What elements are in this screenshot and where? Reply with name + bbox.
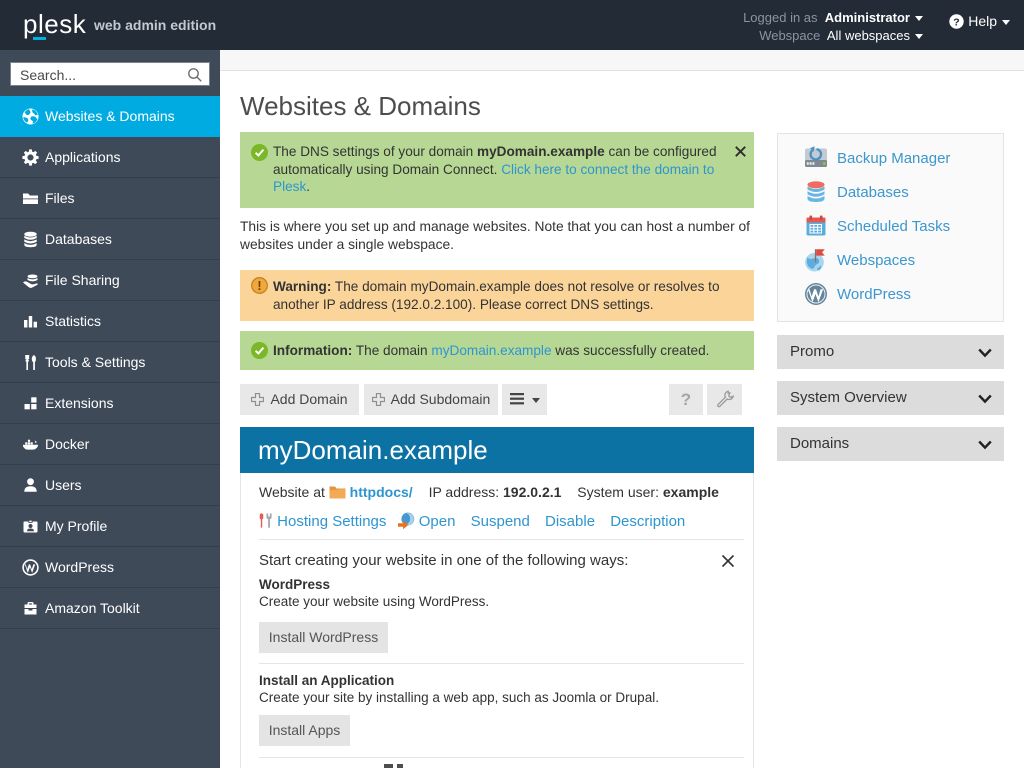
- svg-text:!: !: [257, 279, 261, 293]
- svg-text:?: ?: [954, 16, 960, 28]
